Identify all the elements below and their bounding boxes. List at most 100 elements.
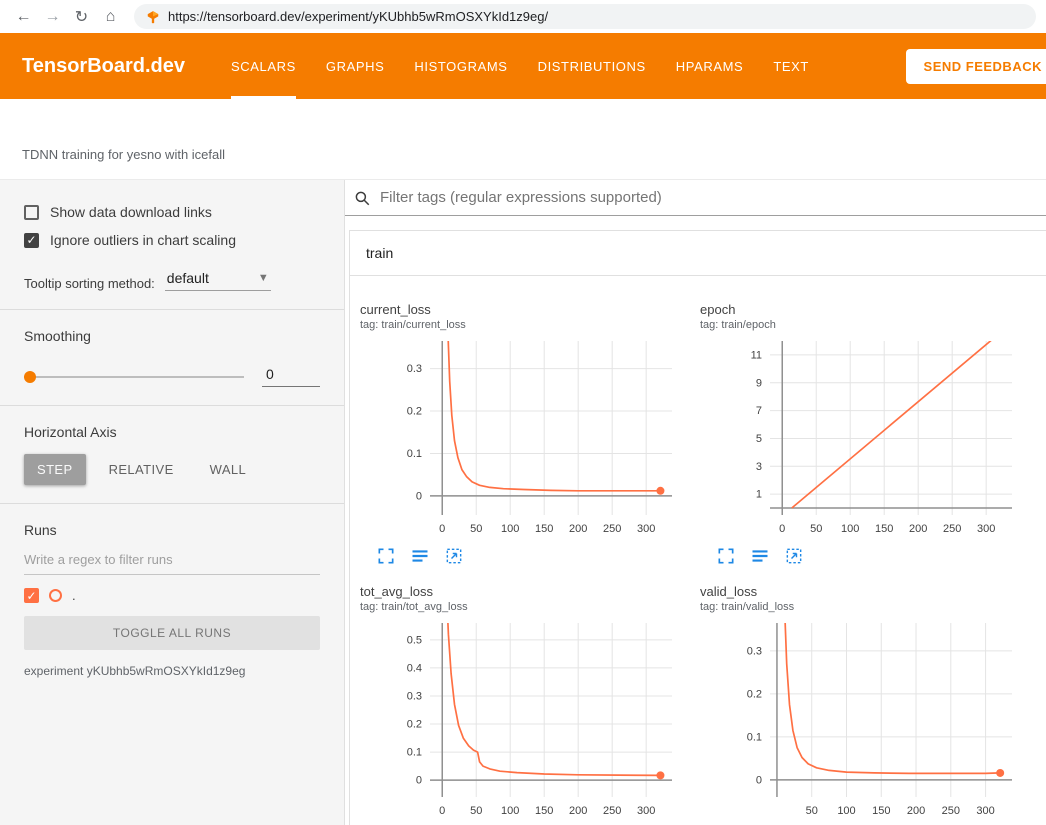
scalar-chart-card: valid_loss tag: train/valid_loss 5010015… [700,584,1030,825]
send-feedback-button[interactable]: SEND FEEDBACK [906,49,1046,84]
run-color-swatch [49,589,62,602]
expand-chart-icon[interactable] [716,546,736,566]
scalar-chart-card: tot_avg_loss tag: train/tot_avg_loss 050… [360,584,690,825]
axis-wall-button[interactable]: WALL [197,454,260,485]
svg-text:0.5: 0.5 [407,634,422,646]
ignore-outliers-checkbox[interactable]: ✓ [24,233,39,248]
svg-text:0: 0 [416,775,422,787]
svg-text:0: 0 [439,523,445,535]
check-icon: ✓ [26,233,36,247]
tab-hparams[interactable]: HPARAMS [676,33,744,99]
svg-text:150: 150 [875,523,893,535]
tooltip-sorting-dropdown[interactable]: default ▼ [165,268,271,291]
svg-text:250: 250 [943,523,961,535]
svg-text:50: 50 [810,523,822,535]
tensorboard-favicon [146,10,160,24]
line-chart[interactable]: 0501001502002503001357911 [700,335,1030,546]
line-chart[interactable]: 05010015020025030000.10.20.30.40.5 [360,617,690,825]
search-icon [353,189,371,207]
app-header: TensorBoard.dev SCALARS GRAPHS HISTOGRAM… [0,33,1046,99]
browser-toolbar: ← → ↻ ⌂ https://tensorboard.dev/experime… [0,0,1046,33]
svg-text:100: 100 [841,523,859,535]
fit-domain-icon[interactable] [784,546,804,566]
show-download-links-label: Show data download links [50,204,212,220]
tooltip-sorting-label: Tooltip sorting method: [24,276,155,291]
chart-title: epoch [700,302,1030,317]
svg-text:11: 11 [751,349,762,361]
tab-distributions[interactable]: DISTRIBUTIONS [538,33,646,99]
tab-graphs[interactable]: GRAPHS [326,33,385,99]
address-bar[interactable]: https://tensorboard.dev/experiment/yKUbh… [134,4,1036,29]
svg-text:3: 3 [756,461,762,473]
svg-text:150: 150 [872,805,890,817]
svg-text:0.4: 0.4 [407,662,422,674]
runs-filter-input[interactable] [24,544,320,575]
show-download-links-row[interactable]: Show data download links [24,204,320,220]
smoothing-slider[interactable] [24,376,244,378]
svg-text:50: 50 [470,523,482,535]
tag-group-header[interactable]: train [350,231,1046,276]
menu-lines-icon[interactable] [410,546,430,566]
svg-text:0.3: 0.3 [407,363,422,375]
settings-sidebar: Show data download links ✓ Ignore outlie… [0,180,345,825]
horizontal-axis-label: Horizontal Axis [24,424,320,440]
smoothing-slider-thumb[interactable] [24,371,36,383]
line-chart[interactable]: 5010015020025030000.10.20.3 [700,617,1030,825]
scalars-main-panel: train current_loss tag: train/current_lo… [345,180,1046,825]
svg-text:250: 250 [942,805,960,817]
axis-step-button[interactable]: STEP [24,454,86,485]
svg-text:200: 200 [909,523,927,535]
tag-group-card: train current_loss tag: train/current_lo… [349,230,1046,825]
tab-histograms[interactable]: HISTOGRAMS [414,33,507,99]
run-list-item[interactable]: ✓ . [24,588,320,603]
run-checkbox[interactable]: ✓ [24,588,39,603]
scalar-chart-card: current_loss tag: train/current_loss 050… [360,302,690,566]
chart-tag: tag: train/current_loss [360,319,690,331]
fit-domain-icon[interactable] [444,546,464,566]
svg-text:0: 0 [779,523,785,535]
smoothing-value-field[interactable]: 0 [262,366,320,387]
url-text: https://tensorboard.dev/experiment/yKUbh… [168,9,548,24]
svg-text:1: 1 [756,489,762,501]
show-download-links-checkbox[interactable] [24,205,39,220]
toggle-all-runs-button[interactable]: TOGGLE ALL RUNS [24,616,320,650]
svg-text:100: 100 [837,805,855,817]
line-chart[interactable]: 05010015020025030000.10.20.3 [360,335,690,546]
expand-chart-icon[interactable] [376,546,396,566]
svg-text:200: 200 [569,523,587,535]
ignore-outliers-row[interactable]: ✓ Ignore outliers in chart scaling [24,232,320,248]
reload-icon[interactable]: ↻ [68,3,95,30]
tab-scalars[interactable]: SCALARS [231,33,296,99]
svg-text:0.2: 0.2 [747,688,762,700]
tab-text[interactable]: TEXT [773,33,809,99]
svg-text:100: 100 [501,523,519,535]
chart-tag: tag: train/epoch [700,319,1030,331]
svg-text:150: 150 [535,805,553,817]
svg-text:5: 5 [756,433,762,445]
back-icon[interactable]: ← [10,3,37,30]
charts-grid: current_loss tag: train/current_loss 050… [350,276,1046,825]
svg-text:0.1: 0.1 [407,448,422,460]
svg-text:0.2: 0.2 [407,719,422,731]
home-icon[interactable]: ⌂ [97,3,124,30]
runs-label: Runs [24,522,320,538]
svg-text:150: 150 [535,523,553,535]
tag-filter-input[interactable] [380,189,1038,206]
axis-relative-button[interactable]: RELATIVE [96,454,187,485]
forward-icon[interactable]: → [39,3,66,30]
svg-text:300: 300 [977,523,995,535]
svg-text:250: 250 [603,805,621,817]
svg-text:0: 0 [756,774,762,786]
app-logo: TensorBoard.dev [22,33,185,99]
svg-text:50: 50 [806,805,818,817]
chart-tag: tag: train/valid_loss [700,601,1030,613]
chart-title: tot_avg_loss [360,584,690,599]
sidebar-divider [0,503,344,504]
svg-text:300: 300 [637,523,655,535]
svg-text:200: 200 [569,805,587,817]
run-name: . [72,588,76,603]
sidebar-divider [0,309,344,310]
smoothing-label: Smoothing [24,328,320,344]
menu-lines-icon[interactable] [750,546,770,566]
ignore-outliers-label: Ignore outliers in chart scaling [50,232,236,248]
